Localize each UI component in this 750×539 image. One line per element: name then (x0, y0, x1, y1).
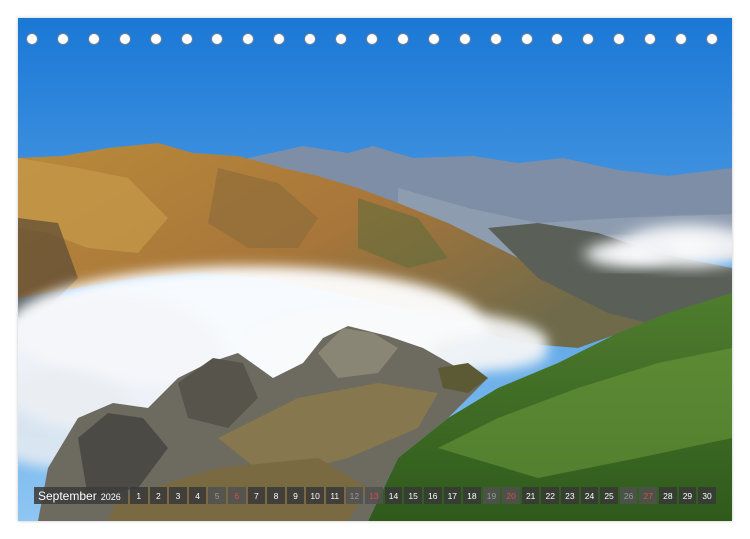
calendar-day: 29 (678, 487, 697, 504)
binding-hole (427, 33, 440, 45)
month-year: 2026 (100, 492, 121, 502)
binding-hole (180, 33, 193, 45)
calendar-day: 19 (482, 487, 501, 504)
calendar-day: 20 (502, 487, 520, 504)
calendar-strip: September 2026 1 2 3 4 5 6 7 8 9 10 11 12 13 14 15 16 17… (34, 487, 716, 504)
binding-hole (366, 33, 378, 45)
binding-hole (396, 33, 409, 45)
binding-hole (304, 33, 317, 45)
binding-hole (273, 33, 286, 45)
calendar-day: 5 (208, 487, 226, 504)
binding-hole (613, 33, 626, 45)
binding-hole (118, 33, 131, 45)
calendar-day: 14 (384, 487, 403, 504)
calendar-day: 8 (267, 487, 285, 504)
calendar-day: 3 (169, 487, 187, 504)
binding-hole (706, 33, 718, 45)
month-name: September (38, 489, 97, 503)
calendar-day: 25 (600, 487, 618, 504)
calendar-day: 10 (306, 487, 324, 504)
binding-hole (149, 33, 162, 45)
calendar-day: 13 (365, 487, 383, 504)
binding-hole (242, 33, 255, 45)
calendar-day: 12 (345, 487, 364, 504)
calendar-day: 6 (227, 487, 246, 504)
calendar-day: 16 (423, 487, 442, 504)
calendar-day: 23 (561, 487, 579, 504)
calendar-day: 4 (188, 487, 207, 504)
binding-hole (582, 33, 595, 45)
month-label: September 2026 (34, 487, 128, 504)
binding-hole (87, 33, 100, 45)
calendar-day: 1 (130, 487, 148, 504)
binding-hole (520, 33, 533, 45)
binding-hole (56, 33, 69, 45)
calendar-day: 24 (580, 487, 599, 504)
calendar-day: 2 (149, 487, 168, 504)
calendar-day: 9 (286, 487, 305, 504)
calendar-page: September 2026 1 2 3 4 5 6 7 8 9 10 11 12 13 14 15 16 17… (18, 18, 732, 521)
binding-hole (551, 33, 564, 45)
binding-hole (26, 33, 38, 45)
mountain-photo (18, 18, 732, 521)
calendar-day: 15 (404, 487, 422, 504)
calendar-day: 26 (619, 487, 638, 504)
binding-hole (335, 33, 348, 45)
calendar-day: 27 (639, 487, 658, 504)
binding-hole (489, 33, 502, 45)
calendar-day: 7 (247, 487, 266, 504)
calendar-day: 11 (325, 487, 344, 504)
binding-holes (18, 33, 732, 47)
calendar-day: 30 (698, 487, 716, 504)
calendar-day: 17 (443, 487, 462, 504)
binding-hole (458, 33, 471, 45)
calendar-day: 22 (541, 487, 560, 504)
binding-hole (644, 33, 657, 45)
calendar-day: 28 (659, 487, 677, 504)
calendar-day: 21 (521, 487, 540, 504)
binding-hole (675, 33, 688, 45)
calendar-day: 18 (463, 487, 481, 504)
binding-hole (211, 33, 224, 45)
